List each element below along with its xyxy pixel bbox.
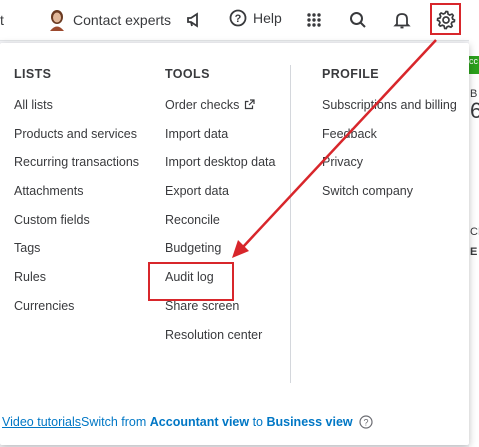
avatar (50, 10, 64, 31)
menu-footer: Video tutorials Switch from Accountant v… (0, 399, 469, 445)
menu-item-order-checks[interactable]: Order checks (165, 97, 275, 126)
tools-heading: TOOLS (165, 67, 210, 81)
help-circle-icon[interactable]: ? (359, 415, 373, 429)
audit-log-highlight-box (148, 262, 234, 301)
menu-item-recurring-transactions[interactable]: Recurring transactions (14, 154, 139, 183)
menu-item-rules[interactable]: Rules (14, 269, 139, 298)
gear-highlight-box (430, 3, 461, 35)
megaphone-icon[interactable] (183, 9, 205, 31)
menu-item-tags[interactable]: Tags (14, 240, 139, 269)
menu-item-privacy[interactable]: Privacy (322, 154, 457, 183)
contact-experts-label: Contact experts (73, 12, 172, 28)
help-circle-icon: ? (229, 9, 247, 27)
menu-item-import-data[interactable]: Import data (165, 126, 275, 155)
menu-item-attachments[interactable]: Attachments (14, 183, 139, 212)
lists-heading: LISTS (14, 67, 52, 81)
help-button[interactable]: ? Help (229, 9, 282, 27)
profile-heading: PROFILE (322, 67, 379, 81)
video-tutorials-link[interactable]: Video tutorials (2, 415, 81, 429)
order-checks-label: Order checks (165, 98, 240, 112)
switch-prefix: Switch from (81, 415, 150, 429)
background-char: 6 (470, 98, 479, 123)
menu-item-feedback[interactable]: Feedback (322, 126, 457, 155)
top-navigation-bar: t Contact experts ? Help (0, 0, 479, 41)
menu-item-custom-fields[interactable]: Custom fields (14, 212, 139, 241)
external-link-icon (245, 99, 255, 110)
menu-item-export-data[interactable]: Export data (165, 183, 275, 212)
menu-item-import-desktop-data[interactable]: Import desktop data (165, 154, 275, 183)
menu-item-all-lists[interactable]: All lists (14, 97, 139, 126)
column-divider (290, 65, 291, 383)
apps-grid-icon[interactable] (303, 9, 325, 31)
lists-column: LISTS All lists Products and services Re… (14, 67, 139, 327)
contact-experts-button[interactable]: Contact experts (48, 9, 171, 31)
svg-text:?: ? (235, 13, 242, 25)
switch-mid: to (249, 415, 267, 429)
menu-item-share-screen[interactable]: Share screen (165, 298, 275, 327)
menu-item-reconcile[interactable]: Reconcile (165, 212, 275, 241)
search-icon[interactable] (347, 9, 369, 31)
background-char: CL (470, 226, 479, 238)
bell-icon[interactable] (391, 9, 413, 31)
menu-item-resolution-center[interactable]: Resolution center (165, 327, 275, 356)
menu-item-switch-company[interactable]: Switch company (322, 183, 457, 212)
switch-from-view: Accountant view (149, 415, 250, 429)
help-label: Help (253, 10, 282, 26)
settings-dropdown-menu: LISTS All lists Products and services Re… (0, 43, 469, 445)
truncated-nav-text: t (0, 12, 4, 28)
switch-to-view: Business view (266, 415, 353, 429)
background-green-badge: cc (469, 56, 479, 74)
menu-item-products-and-services[interactable]: Products and services (14, 126, 139, 155)
switch-view-link[interactable]: Switch from Accountant view to Business … (81, 415, 353, 429)
menu-item-currencies[interactable]: Currencies (14, 298, 139, 327)
tools-column: TOOLS Order checks Import data Import de… (165, 67, 275, 355)
profile-column: PROFILE Subscriptions and billing Feedba… (322, 67, 457, 212)
svg-text:?: ? (363, 418, 368, 428)
menu-item-subscriptions-and-billing[interactable]: Subscriptions and billing (322, 97, 457, 126)
background-char: E (470, 246, 478, 258)
